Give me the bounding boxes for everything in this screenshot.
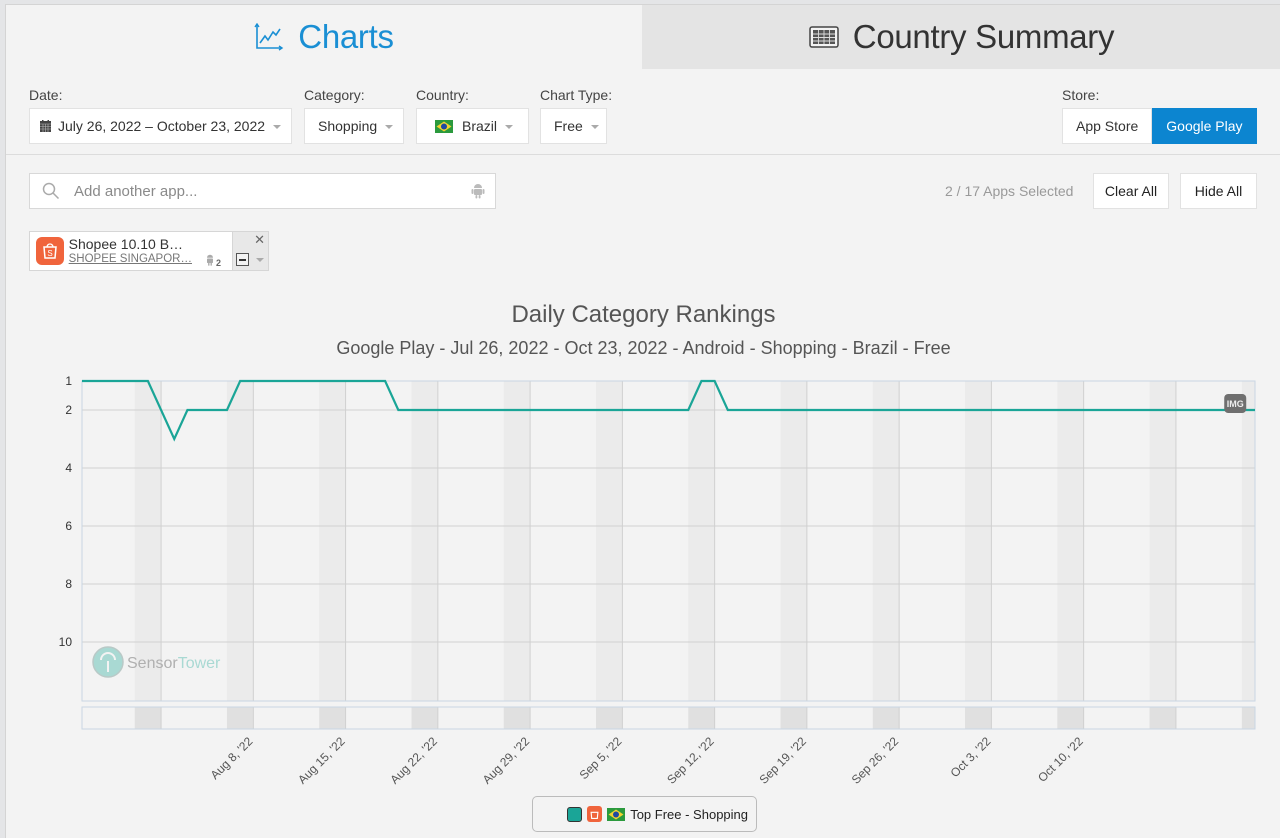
chart-type-value: Free xyxy=(554,118,583,134)
filter-bar: Date: July 26, 2022 – October 23, 2022 C… xyxy=(6,85,1280,155)
chart-type-select[interactable]: Free xyxy=(540,108,607,144)
country-label: Country: xyxy=(416,87,469,103)
close-icon[interactable]: ✕ xyxy=(254,232,265,248)
chevron-down-icon[interactable] xyxy=(256,258,265,262)
country-value: Brazil xyxy=(462,118,498,134)
chevron-down-icon xyxy=(505,125,514,129)
country-select[interactable]: Brazil xyxy=(416,108,529,144)
tab-charts-label: Charts xyxy=(298,18,394,55)
chart-type-label: Chart Type: xyxy=(540,87,613,103)
category-value: Shopping xyxy=(318,118,378,134)
app-name: Shopee 10.10 B… xyxy=(68,236,184,252)
tab-country-summary-label: Country Summary xyxy=(852,18,1115,55)
hide-all-button[interactable]: Hide All xyxy=(1180,173,1257,209)
search-icon xyxy=(42,182,60,200)
chevron-down-icon xyxy=(273,125,282,129)
tab-charts[interactable]: Charts xyxy=(6,5,642,69)
chart-title: Daily Category Rankings xyxy=(511,301,776,328)
shopee-app-icon xyxy=(587,806,603,822)
brazil-flag-icon xyxy=(607,807,626,821)
hide-app-toggle[interactable] xyxy=(236,253,250,266)
line-chart-icon xyxy=(254,23,284,51)
device-count: 2 xyxy=(216,258,222,268)
store-toggle: App Store Google Play xyxy=(1062,108,1257,144)
chevron-down-icon xyxy=(590,125,599,129)
table-icon xyxy=(809,26,839,48)
date-range-value: July 26, 2022 – October 23, 2022 xyxy=(58,118,266,134)
date-range-picker[interactable]: July 26, 2022 – October 23, 2022 xyxy=(29,108,292,144)
android-device-icon: 2 xyxy=(204,254,221,268)
legend-series-swatch xyxy=(567,806,583,822)
chart-legend[interactable]: Top Free - Shopping xyxy=(532,796,757,832)
category-label: Category: xyxy=(304,87,365,103)
app-chip-controls: ✕ xyxy=(232,232,269,270)
apps-selected-count: 2 / 17 Apps Selected xyxy=(945,183,1074,199)
chevron-down-icon xyxy=(385,125,394,129)
legend-label: Top Free - Shopping xyxy=(630,806,748,822)
category-select[interactable]: Shopping xyxy=(304,108,404,144)
brazil-flag-icon xyxy=(435,119,453,133)
shopee-app-icon: S xyxy=(36,237,64,265)
date-label: Date: xyxy=(29,87,63,103)
store-app-store-button[interactable]: App Store xyxy=(1062,108,1153,144)
search-input[interactable]: Add another app... xyxy=(74,183,471,200)
tab-country-summary[interactable]: Country Summary xyxy=(642,5,1280,69)
app-chip[interactable]: S Shopee 10.10 B… SHOPEE SINGAPOR… 2 ✕ xyxy=(29,231,269,271)
app-frame: Charts Country Summary Date: July 26, 20… xyxy=(5,4,1280,838)
chart-subtitle: Google Play - Jul 26, 2022 - Oct 23, 202… xyxy=(336,338,951,358)
calendar-icon xyxy=(40,120,51,132)
store-google-play-button[interactable]: Google Play xyxy=(1152,108,1257,144)
store-label: Store: xyxy=(1062,87,1100,103)
add-app-search[interactable]: Add another app... xyxy=(29,173,496,209)
clear-all-button[interactable]: Clear All xyxy=(1093,173,1169,209)
android-icon xyxy=(471,183,485,199)
svg-text:S: S xyxy=(47,249,52,258)
